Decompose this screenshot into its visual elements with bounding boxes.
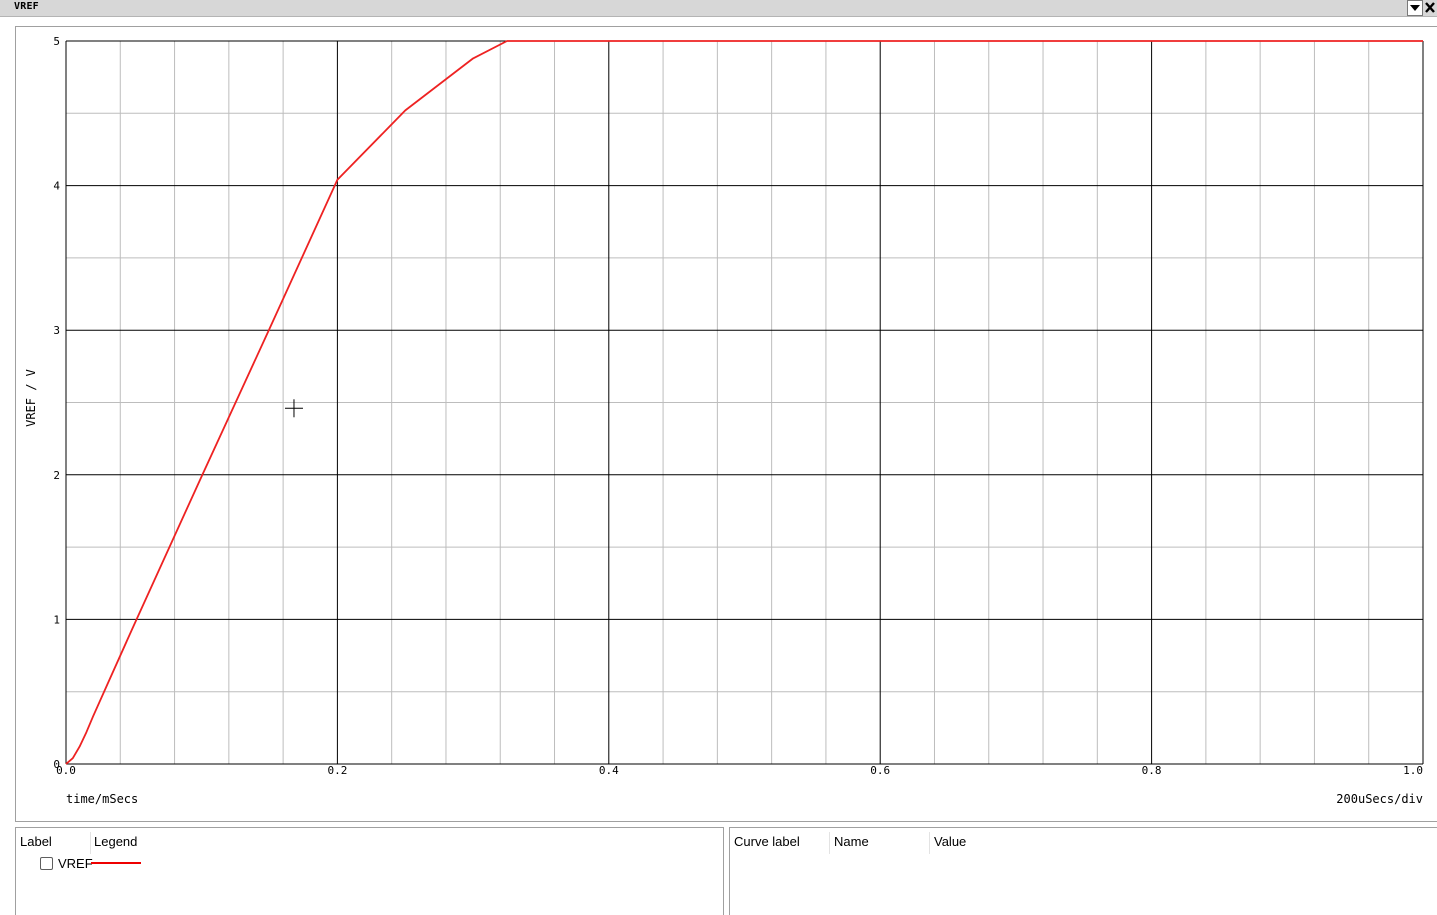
y-tick-label: 1 bbox=[53, 613, 60, 626]
x-tick-label: 1.0 bbox=[1403, 764, 1423, 777]
x-tick-label: 0.4 bbox=[599, 764, 619, 777]
y-tick-label: 4 bbox=[53, 180, 60, 193]
y-axis-label: VREF / V bbox=[24, 369, 38, 427]
y-tick-label: 5 bbox=[53, 35, 60, 48]
crosshair-cursor-icon[interactable] bbox=[284, 399, 303, 418]
column-divider bbox=[829, 832, 830, 854]
legend-item-checkbox[interactable] bbox=[40, 857, 53, 870]
curve-header-value: Value bbox=[934, 834, 967, 849]
curve-header-name: Name bbox=[834, 834, 869, 849]
curve-header-curve-label: Curve label bbox=[734, 834, 800, 849]
legend-header-legend: Legend bbox=[94, 834, 138, 849]
x-tick-label: 0.8 bbox=[1142, 764, 1162, 777]
x-axis-ticks: 0.0 0.2 0.4 0.6 0.8 1.0 bbox=[56, 764, 1423, 777]
y-tick-label: 3 bbox=[53, 324, 60, 337]
legend-panel: Label Legend VREF bbox=[15, 827, 724, 915]
x-tick-label: 0.0 bbox=[56, 764, 76, 777]
column-divider bbox=[929, 832, 930, 854]
x-axis-label: time/mSecs bbox=[66, 792, 138, 806]
curve-info-panel: Curve label Name Value bbox=[729, 827, 1437, 915]
y-axis-ticks: 012345 bbox=[53, 35, 60, 771]
minor-grid bbox=[66, 41, 1423, 764]
column-divider bbox=[90, 832, 91, 854]
x-tick-label: 0.2 bbox=[327, 764, 347, 777]
y-tick-label: 2 bbox=[53, 469, 60, 482]
line-chart[interactable]: 012345 0.0 0.2 0.4 0.6 0.8 1.0 VREF / V time/… bbox=[0, 0, 1437, 915]
time-scale-label: 200uSecs/div bbox=[1336, 792, 1423, 806]
legend-header-label: Label bbox=[20, 834, 52, 849]
x-tick-label: 0.6 bbox=[870, 764, 890, 777]
legend-item-swatch bbox=[91, 862, 141, 864]
legend-item-label: VREF bbox=[58, 856, 93, 871]
